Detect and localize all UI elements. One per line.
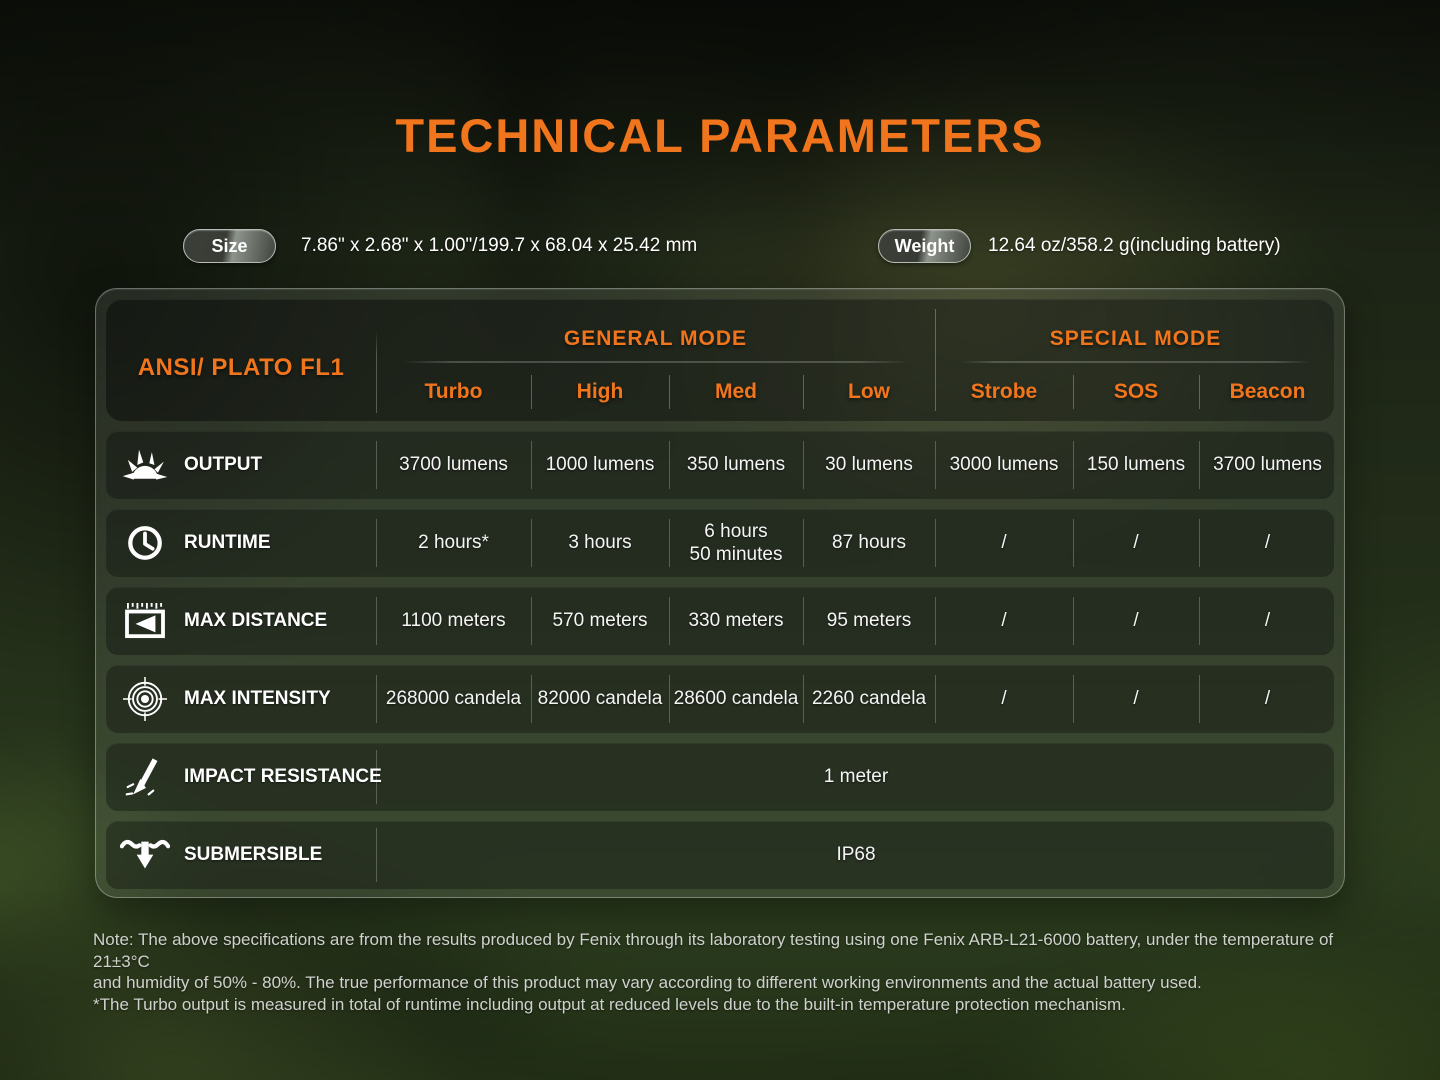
intensity-med: 28600 candela <box>669 665 803 733</box>
table-row-submersible: SUBMERSIBLE IP68 <box>106 821 1334 889</box>
sun-icon <box>119 443 171 487</box>
intensity-sos: / <box>1073 665 1199 733</box>
row-label: MAX INTENSITY <box>184 688 331 710</box>
runtime-high: 3 hours <box>531 509 669 577</box>
row-label-cell: MAX DISTANCE <box>106 599 376 643</box>
table-row-runtime: RUNTIME 2 hours* 3 hours 6 hours 50 minu… <box>106 509 1334 577</box>
spec-table-card: ANSI/ PLATO FL1 GENERAL MODE SPECIAL MOD… <box>95 288 1345 898</box>
column-strobe: Strobe <box>935 380 1073 404</box>
intensity-beacon: / <box>1199 665 1336 733</box>
output-turbo: 3700 lumens <box>376 431 531 499</box>
runtime-low: 87 hours <box>803 509 935 577</box>
row-label-cell: MAX INTENSITY <box>106 677 376 721</box>
weight-value: 12.64 oz/358.2 g(including battery) <box>988 229 1281 263</box>
mode-group-row: GENERAL MODE SPECIAL MODE <box>376 299 1336 363</box>
runtime-strobe: / <box>935 509 1073 577</box>
special-mode-underline <box>961 361 1310 363</box>
distance-med: 330 meters <box>669 587 803 655</box>
size-pill: Size <box>183 229 276 263</box>
distance-low: 95 meters <box>803 587 935 655</box>
distance-strobe: / <box>935 587 1073 655</box>
impact-resistance-value: 1 meter <box>376 743 1336 811</box>
distance-beacon: / <box>1199 587 1336 655</box>
distance-high: 570 meters <box>531 587 669 655</box>
header-mode-divider <box>935 309 936 411</box>
weight-pill-label: Weight <box>895 236 955 257</box>
footnote-line-3: *The Turbo output is measured in total o… <box>93 994 1373 1016</box>
column-high: High <box>531 380 669 404</box>
water-submersible-icon <box>119 833 171 877</box>
distance-turbo: 1100 meters <box>376 587 531 655</box>
general-mode-label: GENERAL MODE <box>564 327 747 351</box>
intensity-turbo: 268000 candela <box>376 665 531 733</box>
runtime-beacon: / <box>1199 509 1336 577</box>
size-pill-label: Size <box>211 236 247 257</box>
general-mode-underline <box>402 361 909 363</box>
runtime-med: 6 hours 50 minutes <box>669 509 803 577</box>
column-med: Med <box>669 380 803 404</box>
clock-icon <box>119 521 171 565</box>
output-beacon: 3700 lumens <box>1199 431 1336 499</box>
special-mode-header: SPECIAL MODE <box>935 299 1336 363</box>
table-header: ANSI/ PLATO FL1 GENERAL MODE SPECIAL MOD… <box>106 299 1334 421</box>
size-value: 7.86" x 2.68" x 1.00"/199.7 x 68.04 x 25… <box>301 229 697 263</box>
special-mode-label: SPECIAL MODE <box>1050 327 1221 351</box>
footnote-line-1: Note: The above specifications are from … <box>93 929 1373 972</box>
general-mode-header: GENERAL MODE <box>376 299 935 363</box>
column-turbo: Turbo <box>376 380 531 404</box>
column-sos: SOS <box>1073 380 1199 404</box>
row-label-cell: IMPACT RESISTANCE <box>106 755 376 799</box>
output-strobe: 3000 lumens <box>935 431 1073 499</box>
row-label: OUTPUT <box>184 454 262 476</box>
output-med: 350 lumens <box>669 431 803 499</box>
technical-parameters-page: TECHNICAL PARAMETERS Size 7.86" x 2.68" … <box>0 0 1440 1080</box>
row-label-cell: RUNTIME <box>106 521 376 565</box>
row-label: MAX DISTANCE <box>184 610 327 632</box>
impact-check-icon <box>119 755 171 799</box>
row-label-cell: OUTPUT <box>106 443 376 487</box>
mode-subcolumn-row: Turbo High Med Low Strobe SOS Beacon <box>376 363 1336 421</box>
mode-columns: GENERAL MODE SPECIAL MODE Turbo High Med… <box>376 299 1336 421</box>
row-label: SUBMERSIBLE <box>184 844 322 866</box>
row-label-cell: SUBMERSIBLE <box>106 833 376 877</box>
target-intensity-icon <box>119 677 171 721</box>
table-row-max-intensity: MAX INTENSITY 268000 candela 82000 cande… <box>106 665 1334 733</box>
footnote: Note: The above specifications are from … <box>93 929 1373 1015</box>
ansi-plato-label: ANSI/ PLATO FL1 <box>106 299 376 421</box>
row-label: RUNTIME <box>184 532 271 554</box>
footnote-line-2: and humidity of 50% - 80%. The true perf… <box>93 972 1373 994</box>
table-row-max-distance: MAX DISTANCE 1100 meters 570 meters 330 … <box>106 587 1334 655</box>
beam-distance-icon <box>119 599 171 643</box>
intensity-low: 2260 candela <box>803 665 935 733</box>
submersible-value: IP68 <box>376 821 1336 889</box>
table-row-output: OUTPUT 3700 lumens 1000 lumens 350 lumen… <box>106 431 1334 499</box>
row-label: IMPACT RESISTANCE <box>184 766 382 788</box>
output-sos: 150 lumens <box>1073 431 1199 499</box>
distance-sos: / <box>1073 587 1199 655</box>
column-beacon: Beacon <box>1199 380 1336 404</box>
intensity-strobe: / <box>935 665 1073 733</box>
output-high: 1000 lumens <box>531 431 669 499</box>
page-title: TECHNICAL PARAMETERS <box>0 108 1440 163</box>
intensity-high: 82000 candela <box>531 665 669 733</box>
runtime-sos: / <box>1073 509 1199 577</box>
output-low: 30 lumens <box>803 431 935 499</box>
header-label-divider <box>376 331 377 413</box>
runtime-turbo: 2 hours* <box>376 509 531 577</box>
weight-pill: Weight <box>878 229 971 263</box>
table-row-impact-resistance: IMPACT RESISTANCE 1 meter <box>106 743 1334 811</box>
column-low: Low <box>803 380 935 404</box>
